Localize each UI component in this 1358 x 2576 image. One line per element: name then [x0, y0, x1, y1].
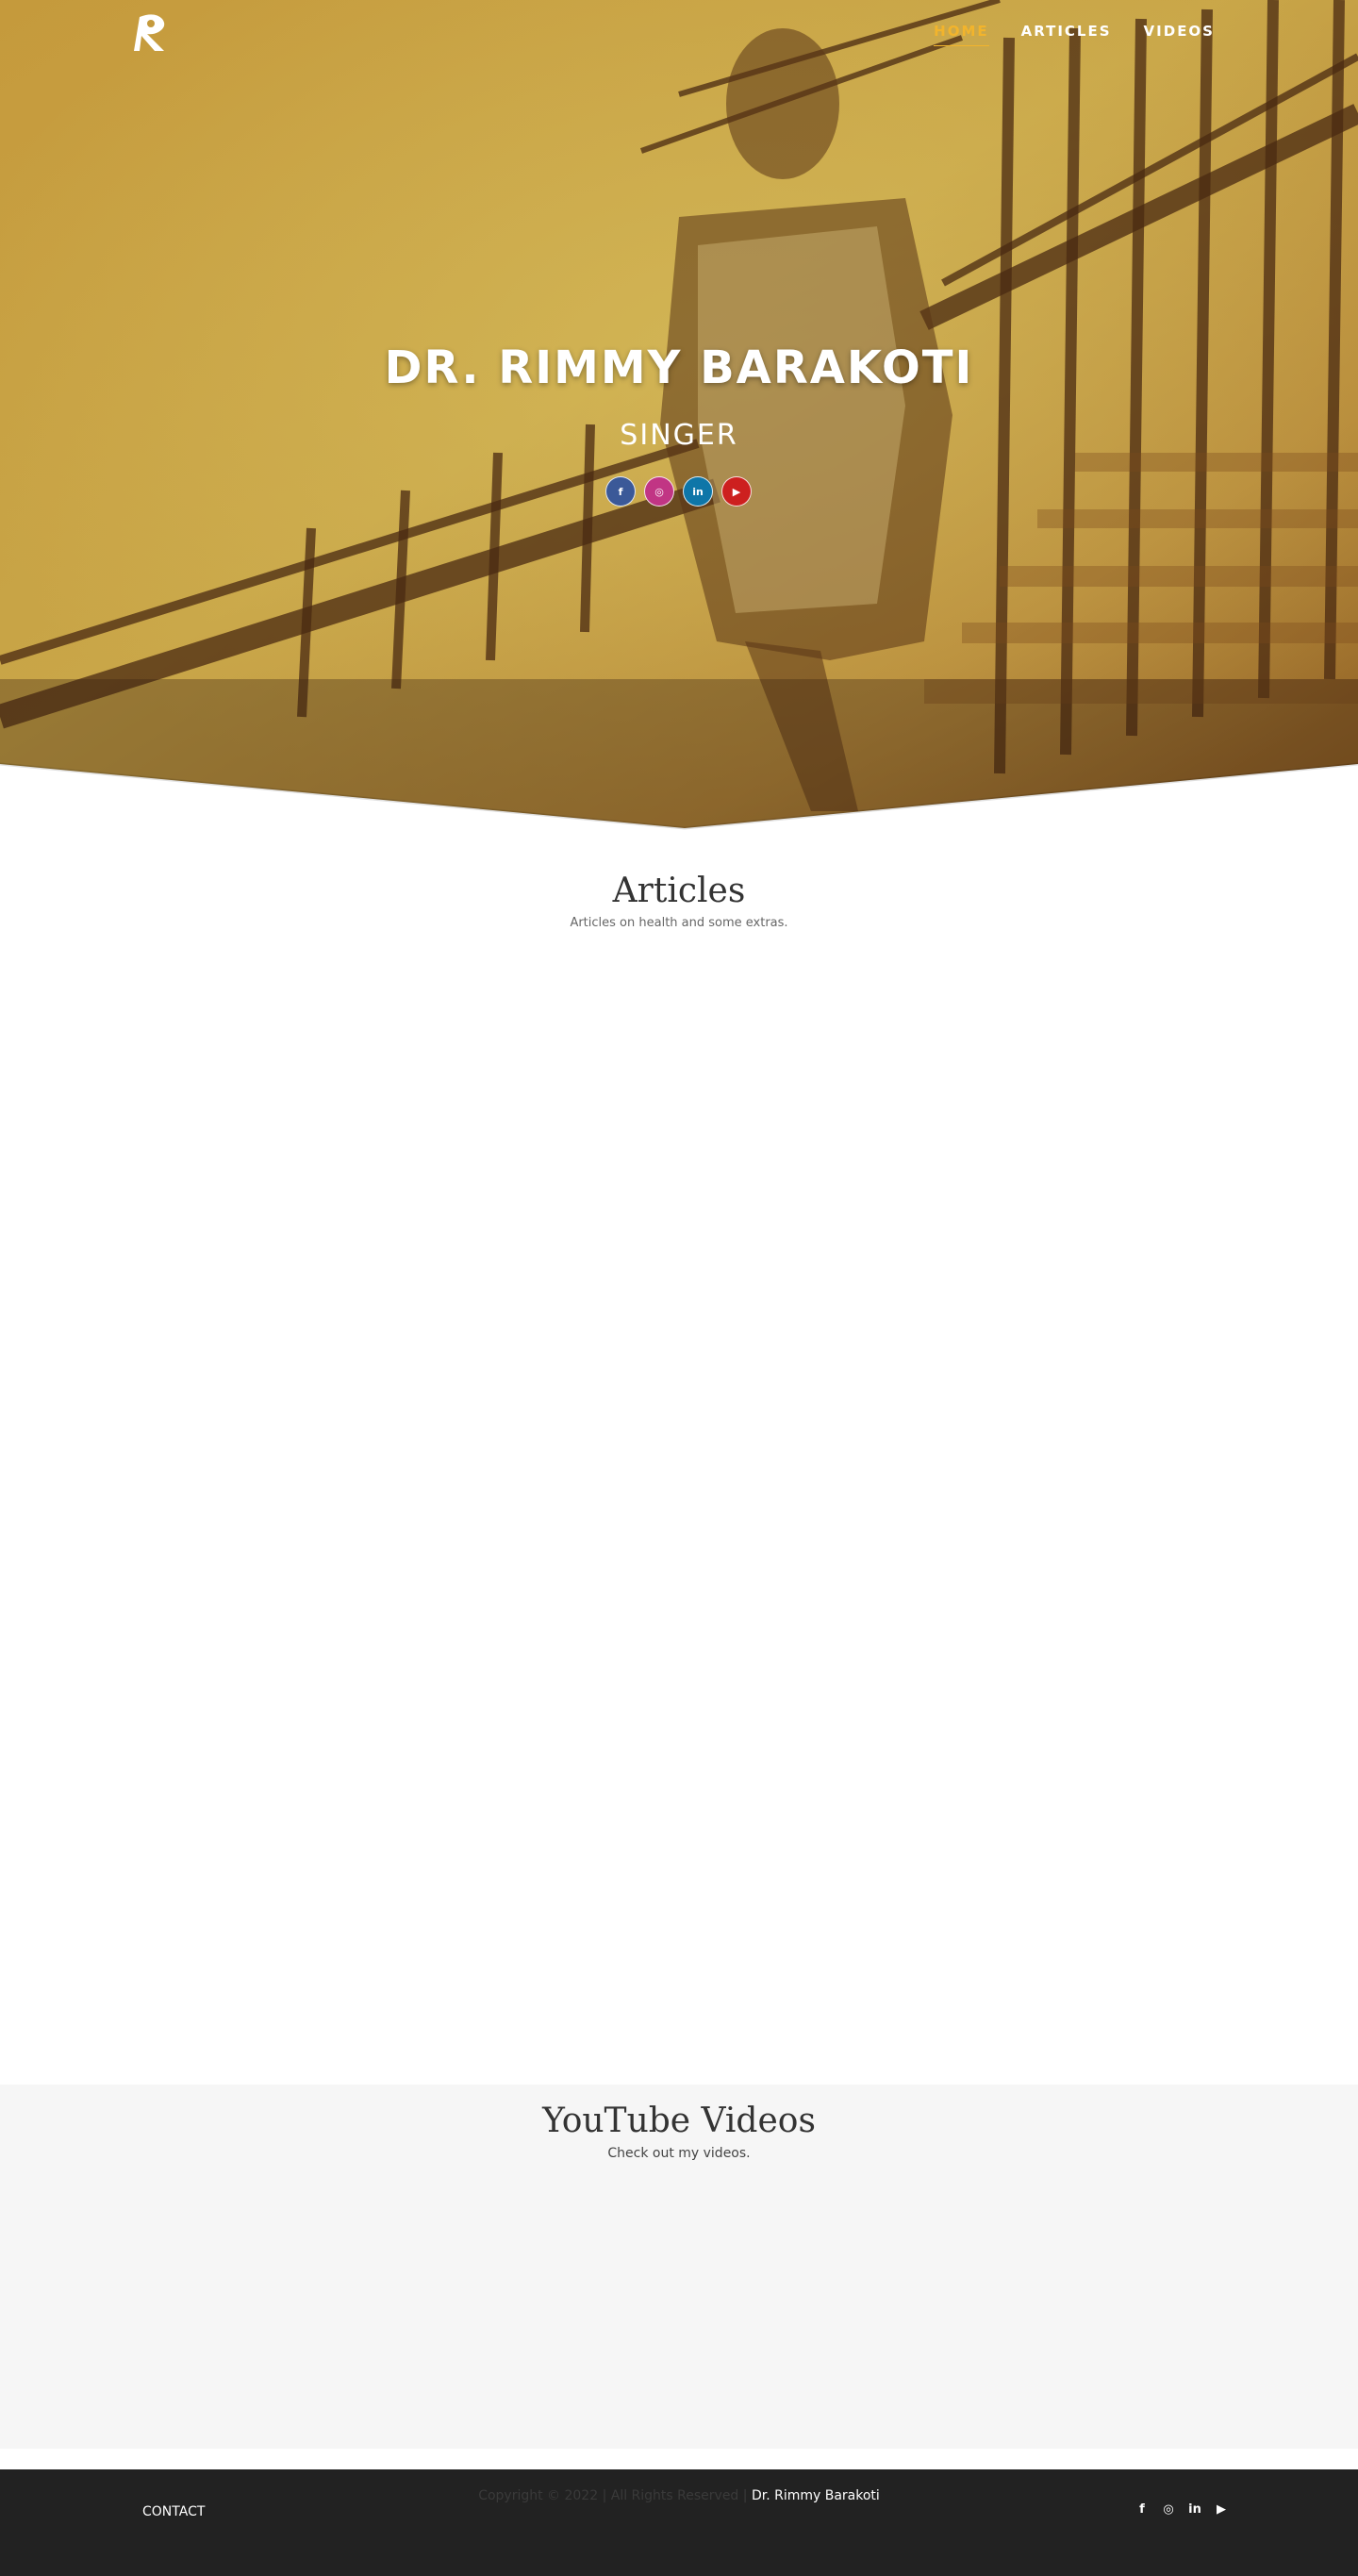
videos-subtitle: Check out my videos.: [607, 2146, 751, 2161]
articles-title: Articles: [612, 872, 746, 910]
instagram-icon[interactable]: ◎: [1162, 2502, 1175, 2517]
facebook-icon[interactable]: f: [1135, 2502, 1149, 2517]
nav-link-videos[interactable]: VIDEOS: [1144, 23, 1215, 46]
nav-links: HOME ARTICLES VIDEOS: [934, 23, 1215, 46]
nav-link-home[interactable]: HOME: [934, 23, 989, 46]
copyright-prefix: Copyright © 2022 | All Rights Reserved |: [478, 2488, 748, 2503]
videos-title: YouTube Videos: [542, 2102, 816, 2140]
footer-contact-link[interactable]: CONTACT: [142, 2504, 205, 2519]
logo-r-icon[interactable]: [126, 9, 175, 55]
nav-link-articles[interactable]: ARTICLES: [1021, 23, 1112, 46]
facebook-icon[interactable]: f: [605, 476, 636, 507]
linkedin-icon[interactable]: in: [1188, 2502, 1201, 2517]
hero-name: DR. RIMMY BARAKOTI: [384, 341, 974, 394]
hero-section: HOME ARTICLES VIDEOS DR. RIMMY BARAKOTI …: [0, 0, 1358, 830]
footer-social-links: f ◎ in ▶: [1135, 2502, 1228, 2517]
top-navbar: HOME ARTICLES VIDEOS: [0, 0, 1358, 64]
footer: [0, 2469, 1358, 2576]
articles-subtitle: Articles on health and some extras.: [570, 916, 788, 930]
linkedin-icon[interactable]: in: [683, 476, 713, 507]
youtube-icon[interactable]: ▶: [721, 476, 752, 507]
hero-social-links: f ◎ in ▶: [605, 476, 752, 507]
youtube-icon[interactable]: ▶: [1215, 2502, 1228, 2517]
copyright-name: Dr. Rimmy Barakoti: [751, 2488, 880, 2503]
hero-background-image: [0, 0, 1358, 830]
hero-role: SINGER: [620, 419, 738, 452]
footer-copyright: Copyright © 2022 | All Rights Reserved |…: [0, 2488, 1358, 2503]
instagram-icon[interactable]: ◎: [644, 476, 674, 507]
